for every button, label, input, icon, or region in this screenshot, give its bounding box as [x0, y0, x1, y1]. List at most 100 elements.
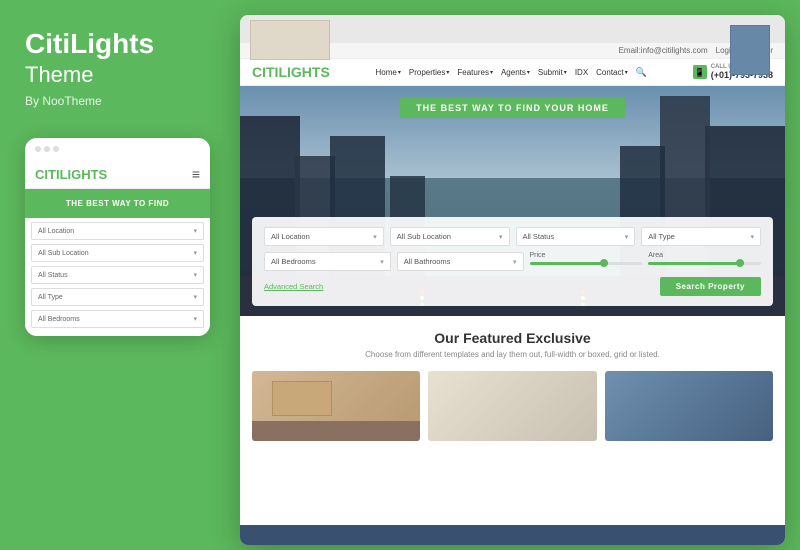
main-nav-links: Home ▾ Properties ▾ Features ▾ Agents ▾ … — [376, 67, 647, 78]
mobile-select-location[interactable]: All Location ▾ — [31, 222, 204, 240]
site-logo: CITILIGHTS — [252, 64, 330, 80]
bathrooms-arrow-icon: ▾ — [513, 258, 517, 266]
type-arrow-icon: ▾ — [750, 233, 754, 241]
featured-subtitle: Choose from different templates and lay … — [252, 350, 773, 359]
phone-icon: 📱 — [693, 65, 707, 79]
area-slider[interactable] — [648, 262, 761, 265]
left-panel: CitiLights Theme By NooTheme CITILIGHTS … — [0, 0, 235, 550]
desktop-site: Email:info@citilights.com Login Register… — [240, 43, 785, 545]
search-row-1: All Location ▾ All Sub Location ▾ All St… — [264, 227, 761, 246]
location-label: All Location — [271, 232, 310, 241]
mobile-dot-2 — [44, 146, 50, 152]
nav-contact[interactable]: Contact ▾ — [596, 68, 628, 77]
mobile-location-label: All Location — [38, 228, 74, 235]
logo-citi: CITI — [252, 64, 278, 80]
bathrooms-label: All Bathrooms — [404, 257, 451, 266]
area-section: Area — [648, 252, 761, 271]
mobile-hero-text: THE BEST WAY TO FIND — [35, 199, 200, 208]
type-select[interactable]: All Type ▾ — [641, 227, 761, 246]
mobile-window-dots — [35, 146, 59, 152]
property-image-2 — [428, 371, 596, 441]
area-label: Area — [648, 252, 761, 259]
desktop-mockup: Email:info@citilights.com Login Register… — [240, 15, 785, 545]
mobile-mockup: CITILIGHTS ≡ THE BEST WAY TO FIND All Lo… — [25, 138, 210, 336]
advanced-search-link[interactable]: Advanced Search — [264, 282, 323, 291]
featured-card-3[interactable] — [605, 371, 773, 441]
price-slider[interactable] — [530, 262, 643, 265]
home-dropdown-icon: ▾ — [398, 69, 401, 76]
sublocation-label: All Sub Location — [397, 232, 451, 241]
status-label: All Status — [523, 232, 555, 241]
featured-card-2[interactable] — [428, 371, 596, 441]
mobile-dot-1 — [35, 146, 41, 152]
topbar-email: Email:info@citilights.com — [619, 46, 708, 55]
mobile-dot-3 — [53, 146, 59, 152]
properties-dropdown-icon: ▾ — [446, 69, 449, 76]
location-select[interactable]: All Location ▾ — [264, 227, 384, 246]
mobile-bedrooms-label: All Bedrooms — [38, 316, 80, 323]
search-property-button[interactable]: Search Property — [660, 277, 761, 296]
hamburger-icon[interactable]: ≡ — [192, 166, 200, 182]
contact-dropdown-icon: ▾ — [625, 69, 628, 76]
type-label: All Type — [648, 232, 675, 241]
mobile-select-bedrooms[interactable]: All Bedrooms ▾ — [31, 310, 204, 328]
featured-title: Our Featured Exclusive — [252, 330, 773, 346]
area-slider-fill — [648, 262, 744, 265]
price-label: Price — [530, 252, 643, 259]
nav-properties[interactable]: Properties ▾ — [409, 68, 449, 77]
features-dropdown-icon: ▾ — [490, 69, 493, 76]
bathrooms-select[interactable]: All Bathrooms ▾ — [397, 252, 524, 271]
agents-dropdown-icon: ▾ — [527, 69, 530, 76]
mobile-sublocation-arrow-icon: ▾ — [193, 249, 197, 257]
nav-agents[interactable]: Agents ▾ — [501, 68, 530, 77]
price-slider-thumb[interactable] — [600, 259, 608, 267]
mobile-hero-section: THE BEST WAY TO FIND — [25, 189, 210, 218]
sublocation-select[interactable]: All Sub Location ▾ — [390, 227, 510, 246]
hero-badge: THE BEST WAY TO FIND YOUR HOME — [400, 98, 625, 118]
price-section: Price — [530, 252, 643, 271]
mobile-type-arrow-icon: ▾ — [193, 293, 197, 301]
mobile-sublocation-label: All Sub Location — [38, 250, 89, 257]
price-slider-fill — [530, 262, 609, 265]
mobile-select-sublocation[interactable]: All Sub Location ▾ — [31, 244, 204, 262]
bedrooms-arrow-icon: ▾ — [380, 258, 384, 266]
mobile-top-bar — [25, 138, 210, 160]
bedrooms-select[interactable]: All Bedrooms ▾ — [264, 252, 391, 271]
area-slider-thumb[interactable] — [736, 259, 744, 267]
nav-features[interactable]: Features ▾ — [457, 68, 493, 77]
status-select[interactable]: All Status ▾ — [516, 227, 636, 246]
bedrooms-label: All Bedrooms — [271, 257, 316, 266]
location-arrow-icon: ▾ — [373, 233, 377, 241]
mobile-status-arrow-icon: ▾ — [193, 271, 197, 279]
featured-card-1[interactable] — [252, 371, 420, 441]
hero-section: THE BEST WAY TO FIND YOUR HOME All Locat… — [240, 86, 785, 316]
mobile-select-status[interactable]: All Status ▾ — [31, 266, 204, 284]
mobile-select-type[interactable]: All Type ▾ — [31, 288, 204, 306]
search-icon[interactable]: 🔍 — [636, 67, 647, 78]
status-arrow-icon: ▾ — [625, 233, 629, 241]
mobile-logo-lights: LIGHTS — [60, 167, 108, 182]
mobile-logo-citi: CITI — [35, 167, 60, 182]
search-row-2: All Bedrooms ▾ All Bathrooms ▾ Price — [264, 252, 761, 271]
mobile-search-form: All Location ▾ All Sub Location ▾ All St… — [25, 218, 210, 336]
featured-section: Our Featured Exclusive Choose from diffe… — [240, 316, 785, 449]
mobile-logo: CITILIGHTS — [35, 167, 107, 182]
mobile-nav: CITILIGHTS ≡ — [25, 160, 210, 189]
property-image-1 — [252, 371, 420, 441]
brand-subtitle: Theme — [25, 62, 210, 88]
search-bottom-row: Advanced Search Search Property — [264, 277, 761, 296]
mobile-type-label: All Type — [38, 294, 63, 301]
mobile-location-arrow-icon: ▾ — [193, 227, 197, 235]
nav-submit[interactable]: Submit ▾ — [538, 68, 567, 77]
brand-name: CitiLights Theme By NooTheme — [25, 30, 210, 108]
nav-idx[interactable]: IDX — [575, 68, 588, 77]
search-form-overlay: All Location ▾ All Sub Location ▾ All St… — [252, 217, 773, 306]
mobile-bedrooms-arrow-icon: ▾ — [193, 315, 197, 323]
site-nav: CITILIGHTS Home ▾ Properties ▾ Features … — [240, 59, 785, 86]
submit-dropdown-icon: ▾ — [564, 69, 567, 76]
property-image-3 — [605, 371, 773, 441]
mobile-status-label: All Status — [38, 272, 68, 279]
brand-by: By NooTheme — [25, 94, 210, 108]
hero-content: THE BEST WAY TO FIND YOUR HOME — [240, 86, 785, 128]
nav-home[interactable]: Home ▾ — [376, 68, 401, 77]
